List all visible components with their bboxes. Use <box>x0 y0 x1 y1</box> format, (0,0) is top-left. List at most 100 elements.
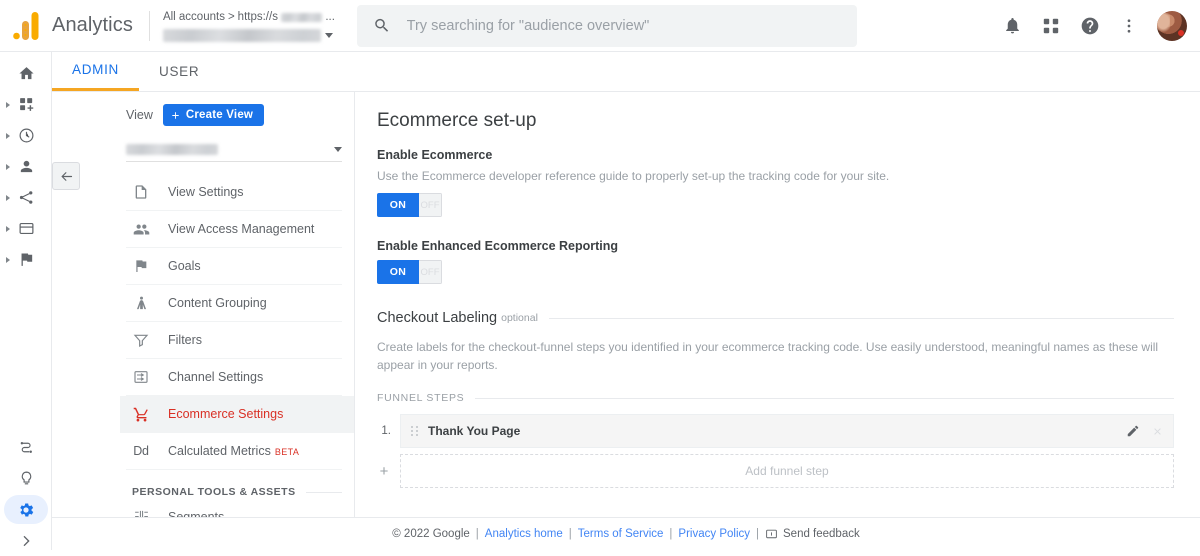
view-selector-dropdown[interactable] <box>126 138 342 162</box>
terms-of-service-link[interactable]: Terms of Service <box>578 528 664 540</box>
close-icon[interactable] <box>1152 426 1163 437</box>
share-nodes-icon <box>16 189 36 206</box>
drag-handle-icon[interactable] <box>411 426 418 436</box>
tab-user[interactable]: USER <box>139 51 219 91</box>
person-icon <box>16 158 36 175</box>
analytics-home-link[interactable]: Analytics home <box>485 528 563 540</box>
funnel-steps-header: FUNNEL STEPS <box>377 392 1174 404</box>
avatar[interactable] <box>1157 10 1187 41</box>
add-funnel-step-row[interactable]: + Add funnel step <box>377 454 1174 488</box>
expand-arrow-icon[interactable] <box>6 163 10 170</box>
footer-separator: | <box>475 528 479 540</box>
add-funnel-step-button[interactable]: Add funnel step <box>400 454 1174 488</box>
checkout-labeling-header: Checkout Labeling optional <box>377 310 1174 326</box>
chevron-right-icon <box>16 533 36 549</box>
sidebar-item-attribution[interactable] <box>0 432 51 463</box>
pencil-icon[interactable] <box>1126 424 1140 438</box>
apps-grid-icon <box>1043 18 1059 33</box>
footer-separator: | <box>756 528 759 540</box>
optional-tag: optional <box>501 312 538 324</box>
sidebar-item-home[interactable] <box>0 58 51 89</box>
more-vertical-icon <box>1127 18 1131 33</box>
footer-separator: | <box>669 528 673 540</box>
top-header: Analytics All accounts > https://s ... <box>0 0 1200 52</box>
sidebar-item-customization[interactable] <box>0 89 51 120</box>
people-icon <box>132 221 150 238</box>
sidebar-item-view-access-management[interactable]: View Access Management <box>126 211 342 248</box>
segments-icon <box>132 508 150 517</box>
collapse-panel-button[interactable] <box>52 162 80 190</box>
analytics-logo-icon[interactable] <box>0 0 52 52</box>
chevron-down-icon[interactable] <box>324 32 333 38</box>
section-rule <box>548 317 1174 319</box>
send-feedback-button[interactable]: Send feedback <box>765 528 860 541</box>
lightbulb-icon <box>16 470 36 487</box>
breadcrumb-all-accounts[interactable]: All accounts <box>163 11 225 23</box>
chevron-down-icon[interactable] <box>334 147 342 152</box>
sidebar-item-calculated-metrics[interactable]: Dd Calculated Metrics BETA <box>126 433 342 470</box>
tab-admin[interactable]: ADMIN <box>52 51 139 91</box>
section-rule <box>305 491 342 493</box>
breadcrumb-truncation: ... <box>325 11 335 23</box>
sidebar-item-segments[interactable]: Segments <box>126 498 342 517</box>
sidebar-item-behavior[interactable] <box>0 213 51 244</box>
breadcrumb-property[interactable]: https://s <box>238 11 278 23</box>
checkout-labeling-description: Create labels for the checkout-funnel st… <box>377 340 1159 372</box>
checkout-labeling-title: Checkout Labeling <box>377 310 498 326</box>
expand-arrow-icon[interactable] <box>6 225 10 232</box>
sidebar-item-realtime[interactable] <box>0 120 51 151</box>
sidebar-item-content-grouping[interactable]: Content Grouping <box>126 285 342 322</box>
search-bar[interactable] <box>356 4 857 47</box>
help-button[interactable] <box>1073 9 1107 43</box>
more-options-button[interactable] <box>1112 9 1146 43</box>
left-nav-rail <box>0 52 52 550</box>
brand-title: Analytics <box>52 14 133 36</box>
sidebar-item-label: Channel Settings <box>168 370 264 384</box>
attribution-path-icon <box>16 439 36 456</box>
create-view-button[interactable]: Create View <box>162 104 265 126</box>
sidebar-item-label: Goals <box>168 259 201 273</box>
expand-arrow-icon[interactable] <box>6 101 10 108</box>
funnel-icon <box>132 332 150 348</box>
main-body: View Create View View Settings View Acce… <box>52 92 1200 517</box>
funnel-step-box[interactable]: Thank You Page <box>400 414 1174 448</box>
sidebar-item-goals[interactable]: Goals <box>126 248 342 285</box>
view-header: View Create View <box>97 92 354 126</box>
enhanced-ecommerce-label: Enable Enhanced Ecommerce Reporting <box>377 239 619 253</box>
clock-icon <box>16 127 36 144</box>
sidebar-item-discover[interactable] <box>0 463 51 494</box>
dd-icon: Dd <box>133 444 149 458</box>
expand-arrow-icon[interactable] <box>6 194 10 201</box>
privacy-policy-link[interactable]: Privacy Policy <box>678 528 750 540</box>
sidebar-item-conversions[interactable] <box>0 244 51 275</box>
sidebar-item-audience[interactable] <box>0 151 51 182</box>
account-selector[interactable]: All accounts > https://s ... <box>150 10 335 42</box>
sidebar-expand-button[interactable] <box>0 525 51 556</box>
sidebar-item-admin[interactable] <box>0 494 51 525</box>
expand-arrow-icon[interactable] <box>6 132 10 139</box>
notifications-button[interactable] <box>995 9 1029 43</box>
section-rule <box>475 397 1174 399</box>
sidebar-item-ecommerce-settings[interactable]: Ecommerce Settings <box>120 396 354 433</box>
enhanced-ecommerce-toggle[interactable]: ON OFF <box>377 260 442 284</box>
ecommerce-setup-content: Ecommerce set-up Enable Ecommerce Use th… <box>355 92 1200 517</box>
sidebar-item-acquisition[interactable] <box>0 182 51 213</box>
plus-icon: + <box>379 462 389 480</box>
apps-button[interactable] <box>1034 9 1068 43</box>
sidebar-item-filters[interactable]: Filters <box>126 322 342 359</box>
flag-icon <box>132 258 150 274</box>
breadcrumb-property-redacted <box>280 12 323 22</box>
header-actions <box>995 9 1200 43</box>
beta-badge: BETA <box>274 447 300 457</box>
breadcrumb-separator: > <box>227 11 235 23</box>
avatar-status-dot <box>1178 29 1184 36</box>
account-view-row[interactable] <box>162 28 335 42</box>
account-name-redacted <box>162 28 321 42</box>
enable-ecommerce-toggle[interactable]: ON OFF <box>377 193 442 217</box>
breadcrumb: All accounts > https://s ... <box>163 10 335 25</box>
sidebar-item-channel-settings[interactable]: Channel Settings <box>126 359 342 396</box>
expand-arrow-icon[interactable] <box>6 256 10 263</box>
sidebar-item-view-settings[interactable]: View Settings <box>126 174 342 211</box>
search-input[interactable] <box>404 16 841 35</box>
funnel-steps-label: FUNNEL STEPS <box>377 392 465 404</box>
